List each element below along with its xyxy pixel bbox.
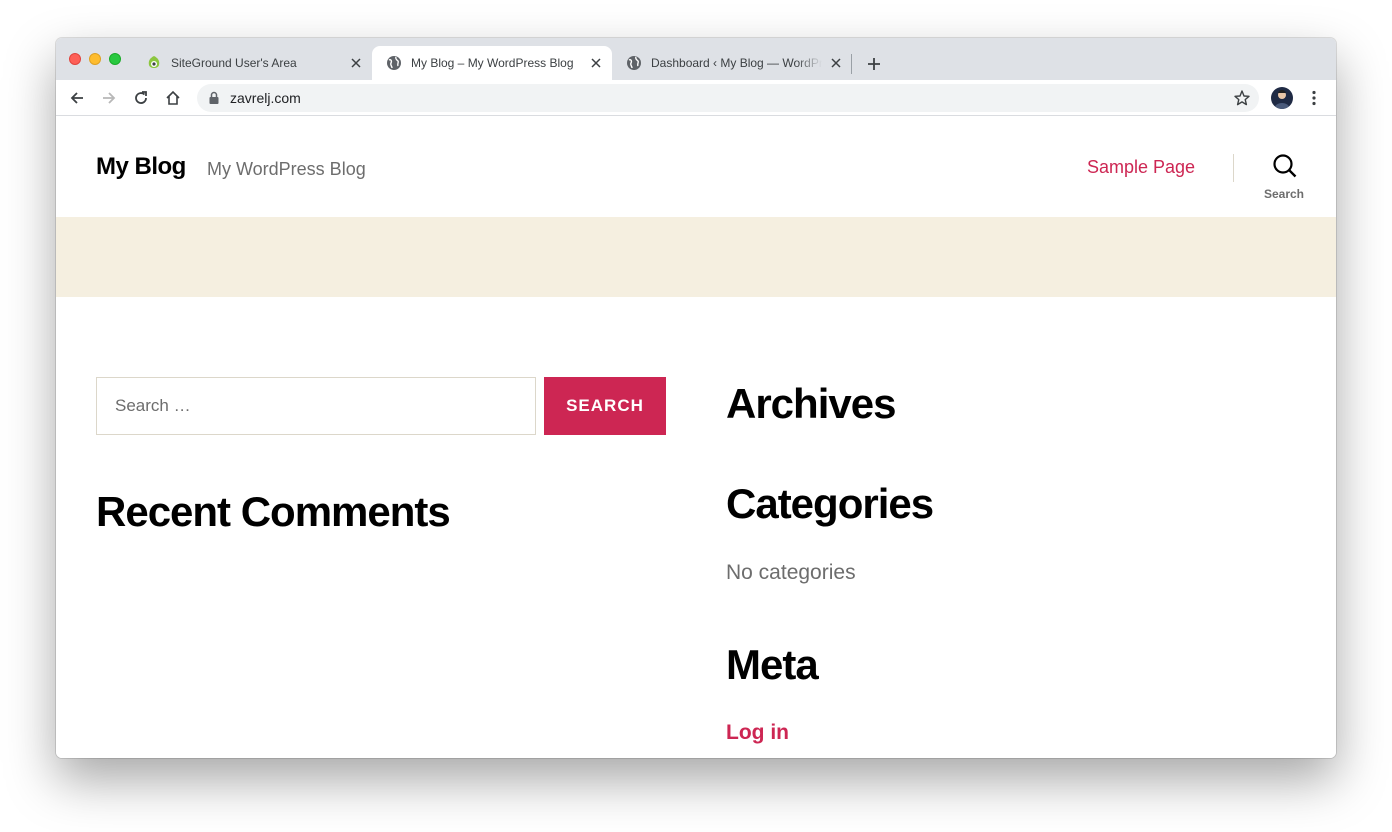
- minimize-window-button[interactable]: [89, 53, 101, 65]
- nav-divider: [1233, 154, 1234, 182]
- tab-siteground[interactable]: SiteGround User's Area: [132, 46, 372, 80]
- profile-avatar[interactable]: [1271, 87, 1293, 109]
- new-tab-button[interactable]: [862, 52, 886, 76]
- tab-title: Dashboard ‹ My Blog — WordPress: [651, 56, 822, 70]
- close-window-button[interactable]: [69, 53, 81, 65]
- search-toggle-label: Search: [1263, 187, 1305, 201]
- lock-icon: [209, 91, 219, 104]
- home-icon: [166, 90, 180, 105]
- plus-icon: [868, 58, 880, 70]
- forward-button[interactable]: [97, 86, 121, 110]
- browser-menu-button[interactable]: [1306, 87, 1322, 109]
- categories-empty-text: No categories: [726, 561, 856, 584]
- bookmark-star-icon[interactable]: [1233, 89, 1251, 107]
- header-band: [56, 217, 1336, 297]
- more-vertical-icon: [1312, 90, 1316, 106]
- back-button[interactable]: [65, 86, 89, 110]
- arrow-left-icon: [70, 92, 83, 104]
- widget-title-meta: Meta: [726, 641, 819, 688]
- home-button[interactable]: [161, 86, 185, 110]
- tab-title: SiteGround User's Area: [171, 56, 297, 70]
- tab-divider: [851, 54, 852, 74]
- nav-link-sample-page[interactable]: Sample Page: [1087, 157, 1195, 178]
- search-input[interactable]: Search …: [96, 377, 536, 435]
- globe-icon: [386, 55, 402, 71]
- search-toggle-button[interactable]: Search: [1256, 153, 1312, 203]
- widget-title-categories: Categories: [726, 480, 934, 527]
- search-icon: [1273, 154, 1297, 178]
- url-text: zavrelj.com: [230, 90, 301, 106]
- siteground-icon: [146, 55, 162, 71]
- web-page: My Blog My WordPress Blog Sample Page Se…: [56, 117, 1336, 758]
- close-icon[interactable]: [828, 55, 844, 71]
- site-title[interactable]: My Blog: [96, 153, 186, 181]
- reload-button[interactable]: [129, 86, 153, 110]
- close-icon[interactable]: [588, 55, 604, 71]
- search-submit-button[interactable]: SEARCH: [544, 377, 666, 435]
- arrow-right-icon: [103, 92, 116, 104]
- tab-strip: SiteGround User's Area My Blog – My Word…: [56, 38, 1336, 80]
- globe-icon: [626, 55, 642, 71]
- site-description: My WordPress Blog: [207, 159, 366, 179]
- login-link[interactable]: Log in: [726, 721, 789, 745]
- tab-my-blog[interactable]: My Blog – My WordPress Blog: [372, 46, 612, 80]
- fullscreen-window-button[interactable]: [109, 53, 121, 65]
- address-bar[interactable]: zavrelj.com: [197, 84, 1259, 112]
- browser-toolbar: zavrelj.com: [56, 80, 1336, 116]
- browser-window: SiteGround User's Area My Blog – My Word…: [56, 38, 1336, 758]
- tab-dashboard[interactable]: Dashboard ‹ My Blog — WordPress: [612, 46, 852, 80]
- widget-title-archives: Archives: [726, 380, 896, 427]
- reload-icon: [135, 91, 147, 104]
- widget-title-recent-comments: Recent Comments: [96, 488, 451, 535]
- tab-title: My Blog – My WordPress Blog: [411, 56, 574, 70]
- close-icon[interactable]: [348, 55, 364, 71]
